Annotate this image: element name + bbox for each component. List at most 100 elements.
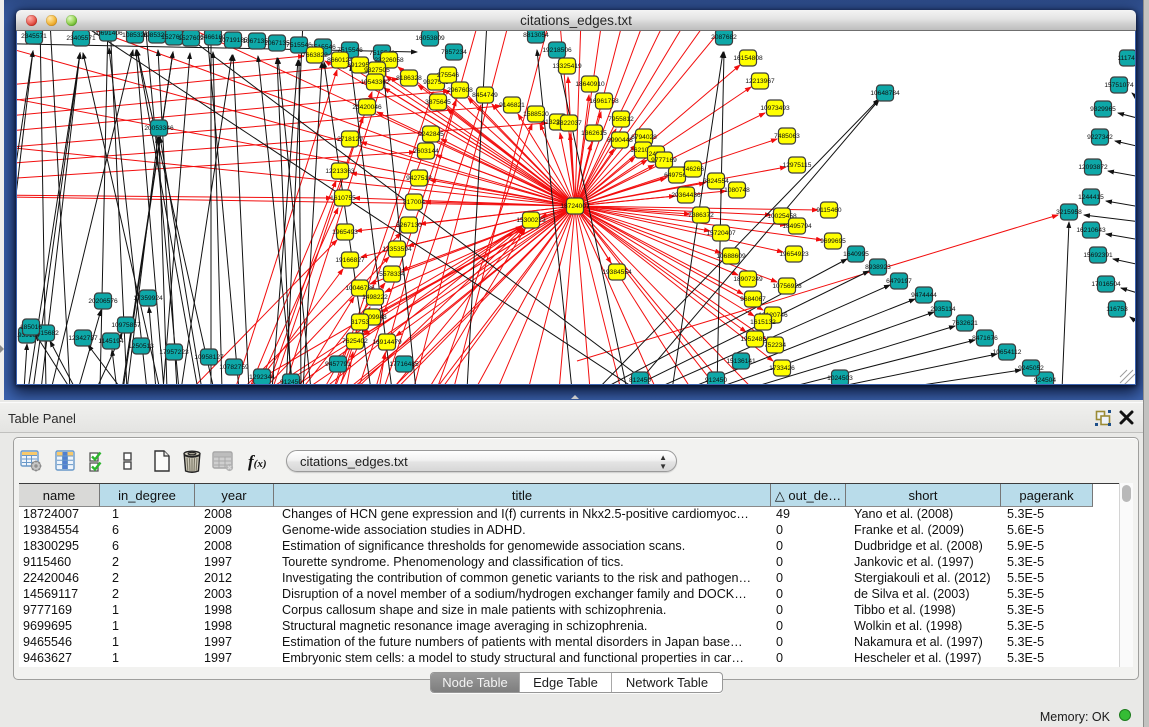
- svg-text:111745: 111745: [1117, 55, 1135, 62]
- svg-text:8471676: 8471676: [972, 335, 998, 342]
- svg-text:15136141: 15136141: [726, 358, 756, 365]
- svg-text:3824554: 3824554: [703, 178, 729, 185]
- svg-text:18495794: 18495794: [782, 223, 812, 230]
- svg-text:17716485: 17716485: [389, 361, 419, 368]
- svg-text:9329965: 9329965: [1090, 106, 1116, 113]
- svg-text:8990448: 8990448: [607, 137, 633, 144]
- svg-text:12342737: 12342737: [68, 335, 98, 342]
- svg-text:8267130: 8267130: [396, 222, 422, 229]
- svg-text:1244415: 1244415: [1078, 194, 1104, 201]
- svg-text:9474444: 9474444: [911, 292, 937, 299]
- svg-text:2935114: 2935114: [930, 306, 956, 313]
- svg-text:1024503: 1024503: [827, 375, 853, 382]
- svg-text:9684067: 9684067: [740, 296, 766, 303]
- svg-text:1588520: 1588520: [523, 111, 549, 118]
- svg-text:9146821: 9146821: [499, 102, 525, 109]
- svg-text:23405571: 23405571: [66, 35, 96, 42]
- svg-text:817004: 817004: [403, 199, 425, 206]
- svg-text:1733426: 1733426: [769, 365, 795, 372]
- svg-text:1965493: 1965493: [332, 229, 358, 236]
- svg-text:2603144: 2603144: [413, 148, 439, 155]
- svg-text:20691406: 20691406: [93, 31, 123, 37]
- svg-text:16053809: 16053809: [415, 35, 445, 42]
- svg-text:2345571: 2345571: [21, 33, 47, 40]
- svg-text:16914479: 16914479: [372, 339, 402, 346]
- svg-text:20206576: 20206576: [88, 298, 118, 305]
- svg-text:10975857: 10975857: [111, 322, 141, 329]
- svg-text:8454749: 8454749: [472, 92, 498, 99]
- svg-text:9242845: 9242845: [418, 131, 444, 138]
- svg-text:116753: 116753: [1106, 306, 1128, 313]
- svg-text:1145194: 1145194: [98, 338, 124, 345]
- svg-text:9245052: 9245052: [1018, 365, 1044, 372]
- svg-text:9327505: 9327505: [364, 67, 390, 74]
- svg-text:12353594: 12353594: [382, 246, 412, 253]
- svg-text:7485063: 7485063: [774, 133, 800, 140]
- svg-text:15751074: 15751074: [1104, 82, 1134, 89]
- svg-text:8938923: 8938923: [865, 264, 891, 271]
- svg-text:3822037: 3822037: [556, 120, 582, 127]
- svg-text:9777169: 9777169: [651, 157, 677, 164]
- svg-text:8186328: 8186328: [396, 75, 422, 82]
- svg-text:19166827: 19166827: [335, 257, 365, 264]
- svg-text:20364436: 20364436: [671, 192, 701, 199]
- svg-text:1640995: 1640995: [843, 251, 869, 258]
- svg-text:10654112: 10654112: [993, 349, 1022, 356]
- svg-text:12093872: 12093872: [1078, 164, 1108, 171]
- svg-text:1080748: 1080748: [724, 187, 750, 194]
- svg-text:17359924: 17359924: [133, 295, 163, 302]
- svg-text:18640910: 18640910: [575, 81, 605, 88]
- svg-text:31753: 31753: [351, 319, 370, 326]
- svg-text:812450: 812450: [629, 377, 651, 384]
- svg-text:17957223: 17957223: [159, 349, 189, 356]
- svg-text:19218506: 19218506: [542, 47, 572, 54]
- svg-text:7632621: 7632621: [952, 320, 978, 327]
- svg-text:912450: 912450: [280, 379, 302, 384]
- svg-text:9227342: 9227342: [1087, 134, 1113, 141]
- svg-text:10756928: 10756928: [772, 283, 802, 290]
- svg-text:10648784: 10648784: [870, 90, 900, 97]
- svg-text:8813054: 8813054: [523, 32, 549, 39]
- svg-text:1610755: 1610755: [330, 195, 356, 202]
- svg-text:2967608: 2967608: [447, 87, 473, 94]
- svg-text:10973493: 10973493: [760, 105, 790, 112]
- svg-text:1292344: 1292344: [249, 374, 275, 381]
- svg-text:7857234: 7857234: [441, 49, 467, 56]
- svg-text:9427512: 9427512: [406, 175, 432, 182]
- svg-text:1615132: 1615132: [750, 319, 776, 326]
- svg-text:185016: 185016: [20, 324, 42, 331]
- svg-text:924504: 924504: [1034, 377, 1056, 384]
- svg-text:18907249: 18907249: [733, 276, 763, 283]
- svg-text:16961758: 16961758: [589, 98, 619, 105]
- svg-text:10782759: 10782759: [219, 364, 249, 371]
- svg-text:10958127: 10958127: [194, 354, 224, 361]
- svg-text:1250513: 1250513: [128, 343, 154, 350]
- svg-text:7955812: 7955812: [608, 116, 634, 123]
- svg-text:16154808: 16154808: [733, 55, 763, 62]
- svg-text:15300273: 15300273: [516, 217, 546, 224]
- svg-text:275546: 275546: [437, 72, 459, 79]
- svg-text:6479197: 6479197: [886, 278, 912, 285]
- svg-text:9115460: 9115460: [816, 207, 842, 214]
- svg-text:15692391: 15692391: [1083, 252, 1113, 259]
- svg-text:12213967: 12213967: [745, 78, 775, 85]
- svg-text:1362615: 1362615: [581, 130, 607, 137]
- svg-text:6794028: 6794028: [631, 134, 657, 141]
- svg-text:2718129: 2718129: [337, 136, 363, 143]
- svg-text:1498222: 1498222: [362, 294, 388, 301]
- svg-text:10543362: 10543362: [360, 79, 390, 86]
- svg-text:23420046: 23420046: [352, 104, 382, 111]
- svg-text:20053346: 20053346: [144, 125, 174, 132]
- svg-text:16210643: 16210643: [1076, 227, 1106, 234]
- svg-text:752234: 752234: [764, 342, 786, 349]
- svg-text:17016504: 17016504: [1091, 281, 1121, 288]
- svg-text:9699695: 9699695: [820, 238, 846, 245]
- svg-text:912450: 912450: [705, 377, 727, 384]
- svg-text:3215958: 3215958: [1056, 209, 1082, 216]
- svg-text:19384554: 19384554: [602, 269, 632, 276]
- svg-text:7386372: 7386372: [688, 212, 714, 219]
- svg-text:19654923: 19654923: [779, 251, 809, 258]
- svg-text:7663822: 7663822: [302, 52, 328, 59]
- svg-text:2087682: 2087682: [711, 34, 737, 41]
- svg-text:13325419: 13325419: [552, 63, 582, 70]
